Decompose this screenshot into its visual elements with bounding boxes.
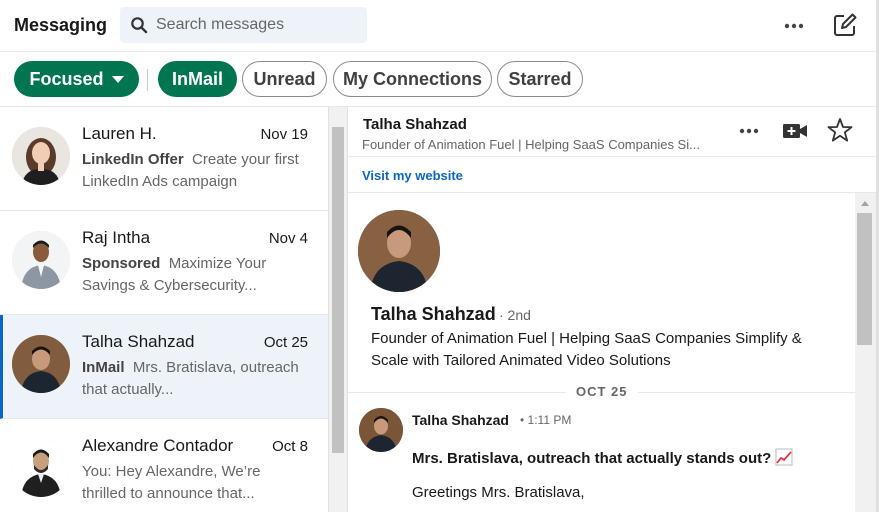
conversation-item[interactable]: Lauren H. Nov 19 LinkedIn Offer Create y… [0,107,328,211]
conversation-date: Oct 25 [263,334,308,351]
thread-contact-name[interactable]: Talha Shahzad [363,116,467,133]
divider [147,69,148,91]
search-icon [131,17,148,34]
ellipsis-icon[interactable] [780,12,808,40]
conversation-name: Talha Shahzad [82,332,195,351]
chart-increasing-icon [775,448,793,466]
profile-name[interactable]: Talha Shahzad [371,304,496,325]
visit-website-link[interactable]: Visit my website [362,168,463,183]
message-body: Greetings Mrs. Bratislava, [412,484,585,501]
avatar [12,231,70,289]
conversation-date: Nov 4 [268,230,308,247]
avatar [12,127,70,185]
website-bar: Visit my website [348,156,876,193]
messaging-header: Messaging Search messages [0,0,876,52]
conversation-preview: You: Hey Alexandre, We’re thrilled to an… [82,463,261,502]
scrollbar-thumb[interactable] [857,213,872,345]
scrollbar-thumb[interactable] [332,127,344,453]
filter-my-connections[interactable]: My Connections [333,61,492,97]
conversation-name: Lauren H. [82,124,157,143]
filter-bar: Focused InMail Unread My Connections Sta… [0,52,876,107]
conversation-name: Alexandre Contador [82,436,234,455]
caret-down-icon [111,75,124,83]
thread-header: Talha Shahzad Founder of Animation Fuel … [348,107,876,156]
conversation-snippet: Sponsored Maximize Your Savings & Cybers… [82,253,302,297]
message-subject-text: Mrs. Bratislava, outreach that actually … [412,450,772,467]
focused-dropdown-button[interactable]: Focused [14,61,139,97]
conversation-date: Nov 19 [260,126,308,143]
thread-contact-headline: Founder of Animation Fuel | Helping SaaS… [362,137,700,152]
message-time: • 1:11 PM [520,413,572,427]
profile-avatar[interactable] [358,210,440,292]
star-icon[interactable] [826,116,854,144]
day-divider: OCT 25 [566,384,638,399]
page-title: Messaging [14,15,108,35]
video-call-icon[interactable] [781,117,809,145]
conversation-tag: InMail [82,359,125,376]
filter-unread[interactable]: Unread [242,61,327,97]
compose-icon[interactable] [832,12,858,38]
conversation-item[interactable]: Raj Intha Nov 4 Sponsored Maximize Your … [0,211,328,315]
conversation-item[interactable]: Alexandre Contador Oct 8 You: Hey Alexan… [0,419,328,512]
conversation-snippet: You: Hey Alexandre, We’re thrilled to an… [82,461,302,505]
conversation-name: Raj Intha [82,228,151,247]
focused-label: Focused [29,68,104,89]
connection-degree: · 2nd [499,307,531,323]
message-avatar[interactable] [359,408,403,452]
conversation-item-selected[interactable]: Talha Shahzad Oct 25 InMail Mrs. Bratisl… [0,315,328,419]
avatar [12,335,70,393]
message-sender[interactable]: Talha Shahzad [412,412,509,428]
filter-starred[interactable]: Starred [497,61,583,97]
conversation-tag: LinkedIn Offer [82,151,184,168]
thread-scrollbar[interactable] [855,193,876,512]
conversation-snippet: LinkedIn Offer Create your first LinkedI… [82,149,302,193]
profile-headline: Founder of Animation Fuel | Helping SaaS… [371,330,802,369]
conversation-list: Lauren H. Nov 19 LinkedIn Offer Create y… [0,107,328,512]
search-placeholder: Search messages [156,16,285,33]
avatar [12,439,70,497]
scroll-up-arrow-icon[interactable] [861,201,869,206]
search-input[interactable]: Search messages [120,7,367,43]
message-thread: Talha Shahzad · 2nd Founder of Animation… [348,193,855,512]
message-subject: Mrs. Bratislava, outreach that actually … [412,448,793,467]
conversation-date: Oct 8 [272,438,308,455]
conversation-list-scrollbar[interactable] [328,107,348,512]
ellipsis-icon[interactable] [735,117,763,145]
conversation-snippet: InMail Mrs. Bratislava, outreach that ac… [82,357,302,401]
filter-inmail[interactable]: InMail [158,61,237,97]
conversation-tag: Sponsored [82,255,161,272]
